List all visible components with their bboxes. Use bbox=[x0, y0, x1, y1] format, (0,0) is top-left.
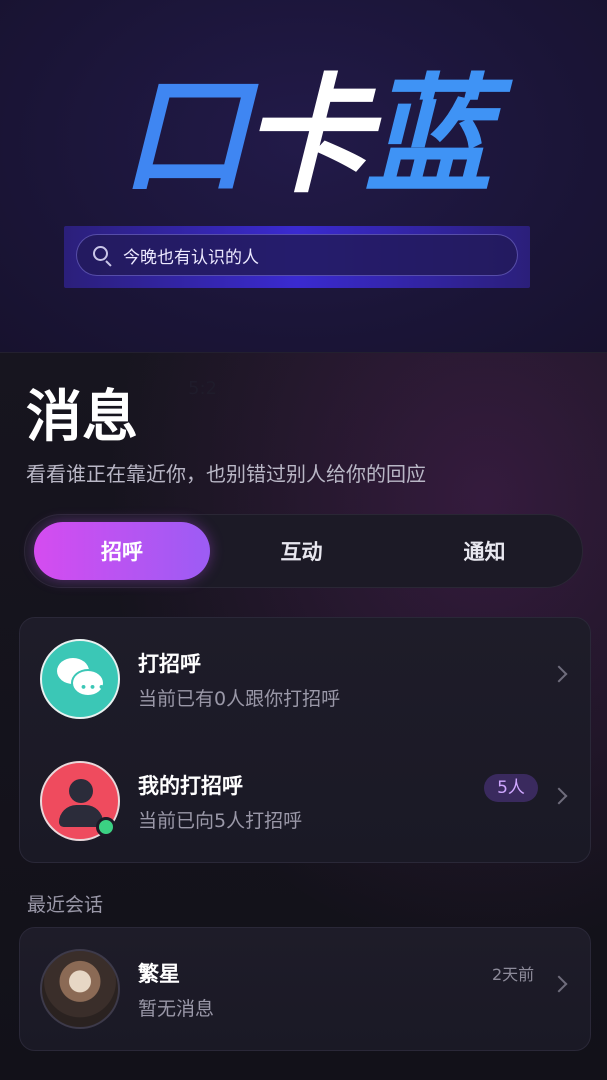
chevron-right-icon bbox=[550, 665, 568, 683]
chevron-right-icon bbox=[550, 787, 568, 805]
contact-name: 繁星 bbox=[138, 962, 180, 986]
search-icon bbox=[91, 244, 113, 267]
message-preview: 暂无消息 bbox=[138, 998, 215, 1020]
chat-bubbles-icon: ••• bbox=[40, 639, 120, 719]
count-badge: 5人 bbox=[484, 774, 538, 802]
conversation-card: 繁星 暂无消息 2天前 bbox=[19, 927, 591, 1051]
list-item-title: 打招呼 bbox=[138, 652, 201, 676]
avatar bbox=[40, 949, 120, 1029]
page-title: 消息 bbox=[26, 385, 138, 450]
app-logo: 口卡蓝 bbox=[120, 62, 492, 211]
tab-notifications[interactable]: 通知 bbox=[393, 514, 576, 588]
list-item-subtitle: 当前已向5人打招呼 bbox=[138, 810, 303, 832]
message-tabs: 招呼 互动 通知 bbox=[24, 514, 583, 588]
page-subtitle: 看看谁正在靠近你，也别错过别人给你的回应 bbox=[26, 462, 426, 486]
list-item-greet-me[interactable]: ••• 打招呼 当前已有0人跟你打招呼 bbox=[20, 618, 590, 740]
tab-greetings[interactable]: 招呼 bbox=[34, 522, 210, 580]
timestamp: 2天前 bbox=[492, 965, 535, 984]
messages-page: 口卡蓝 今晚也有认识的人 5:2 消息 看看谁正在靠近你，也别错过别人给你的回应… bbox=[0, 0, 607, 1080]
conversation-item[interactable]: 繁星 暂无消息 2天前 bbox=[20, 928, 590, 1050]
search-bar-frame: 今晚也有认识的人 bbox=[64, 226, 530, 288]
greetings-card: ••• 打招呼 当前已有0人跟你打招呼 我的打招呼 当前已向5人打招呼 5人 bbox=[19, 617, 591, 863]
list-item-title: 我的打招呼 bbox=[138, 774, 243, 798]
online-status-dot bbox=[96, 817, 116, 837]
recent-conversations-label: 最近会话 bbox=[27, 894, 104, 916]
list-item-my-greetings[interactable]: 我的打招呼 当前已向5人打招呼 5人 bbox=[20, 740, 590, 862]
stray-text: 5:2 bbox=[188, 378, 217, 399]
header-banner: 口卡蓝 今晚也有认识的人 bbox=[0, 0, 607, 352]
list-item-subtitle: 当前已有0人跟你打招呼 bbox=[138, 688, 341, 710]
search-input[interactable]: 今晚也有认识的人 bbox=[76, 234, 518, 276]
search-placeholder: 今晚也有认识的人 bbox=[123, 247, 259, 268]
tab-interactions[interactable]: 互动 bbox=[210, 514, 393, 588]
chevron-right-icon bbox=[550, 975, 568, 993]
